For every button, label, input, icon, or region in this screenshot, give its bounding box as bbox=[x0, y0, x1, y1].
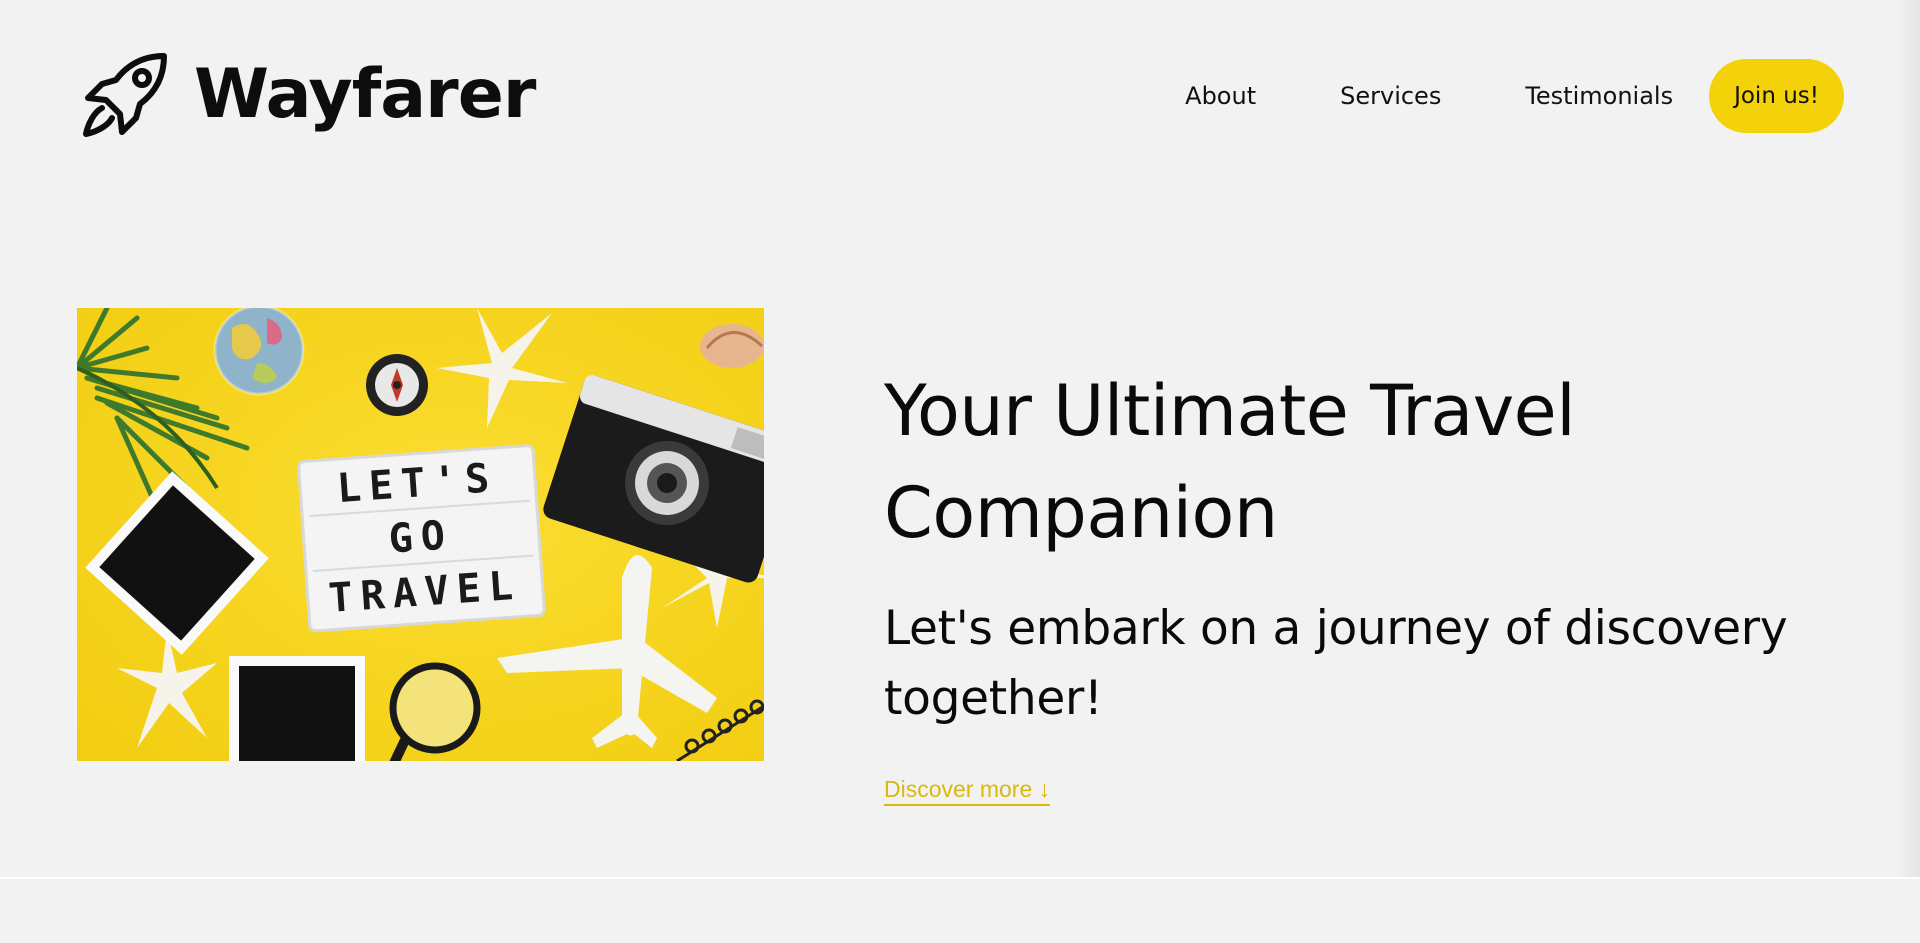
hero-text: Your Ultimate Travel Companion Let's emb… bbox=[884, 360, 1844, 806]
nav-link-about[interactable]: About bbox=[1185, 59, 1256, 133]
site-header: Wayfarer About Services Testimonials Joi… bbox=[0, 0, 1920, 190]
lightbox-line-2: GO bbox=[387, 512, 454, 562]
main-nav: About Services Testimonials Join us! bbox=[1185, 59, 1844, 133]
nav-link-services[interactable]: Services bbox=[1340, 59, 1441, 133]
nav-link-testimonials[interactable]: Testimonials bbox=[1525, 59, 1673, 133]
rocket-icon bbox=[80, 50, 170, 140]
hero-subtitle: Let's embark on a journey of discovery t… bbox=[884, 601, 1788, 726]
brand-logo-link[interactable]: Wayfarer bbox=[80, 50, 536, 140]
join-us-button[interactable]: Join us! bbox=[1709, 59, 1844, 133]
discover-more-link[interactable]: Discover more ↓ bbox=[884, 776, 1051, 806]
hero-image: LET'S GO TRAVEL bbox=[77, 308, 764, 761]
landing-page: Wayfarer About Services Testimonials Joi… bbox=[0, 0, 1920, 943]
hero-title: Your Ultimate Travel Companion bbox=[884, 370, 1576, 554]
brand-name: Wayfarer bbox=[194, 55, 536, 134]
next-section bbox=[0, 879, 1920, 943]
